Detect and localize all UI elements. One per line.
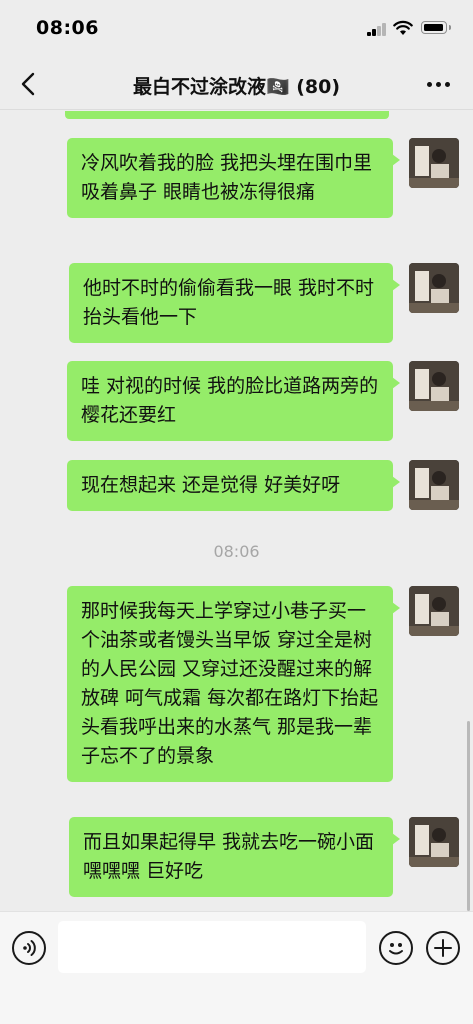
more-functions-button[interactable] — [426, 931, 460, 965]
message-bubble[interactable]: 他时不时的偷偷看我一眼 我时不时抬头看他一下 — [69, 263, 400, 343]
voice-input-button[interactable] — [12, 931, 46, 965]
message-bubble[interactable]: 那时候我每天上学穿过小巷子买一个油茶或者馒头当早饭 穿过全是树的人民公园 又穿过… — [67, 586, 400, 782]
message-bubble[interactable]: 冷风吹着我的脸 我把头埋在围巾里 吸着鼻子 眼睛也被冻得很痛 — [67, 138, 400, 218]
emoji-button[interactable] — [379, 931, 413, 965]
message-row: 而且如果起得早 我就去吃一碗小面 嘿嘿嘿 巨好吃 — [69, 817, 459, 897]
avatar[interactable] — [409, 138, 459, 188]
partial-message-bubble — [65, 111, 389, 119]
input-bar — [0, 911, 473, 1024]
message-bubble[interactable]: 哇 对视的时候 我的脸比道路两旁的樱花还要红 — [67, 361, 400, 441]
dot-icon — [444, 81, 450, 87]
avatar[interactable] — [409, 460, 459, 510]
message-row: 他时不时的偷偷看我一眼 我时不时抬头看他一下 — [69, 263, 459, 343]
message-input[interactable] — [58, 921, 366, 973]
chat-header: 最白不过涂改液🏴‍☠️ (80) — [0, 58, 473, 110]
chat-title: 最白不过涂改液🏴‍☠️ (80) — [132, 76, 341, 98]
message-row: 现在想起来 还是觉得 好美好呀 — [67, 460, 459, 511]
message-timestamp: 08:06 — [213, 542, 260, 561]
message-row: 冷风吹着我的脸 我把头埋在围巾里 吸着鼻子 眼睛也被冻得很痛 — [67, 138, 459, 218]
status-bar: 08:06 — [0, 0, 473, 58]
avatar[interactable] — [409, 586, 459, 636]
dot-icon — [426, 81, 432, 87]
avatar[interactable] — [409, 817, 459, 867]
status-time: 08:06 — [36, 17, 99, 39]
message-bubble[interactable]: 现在想起来 还是觉得 好美好呀 — [67, 460, 400, 511]
wifi-icon — [393, 20, 413, 35]
voice-icon — [23, 940, 36, 956]
more-options-button[interactable] — [424, 72, 452, 96]
scrollbar[interactable] — [467, 721, 470, 911]
plus-icon — [434, 939, 452, 957]
message-row: 哇 对视的时候 我的脸比道路两旁的樱花还要红 — [67, 361, 459, 441]
dot-icon — [435, 81, 441, 87]
chat-message-list[interactable]: 冷风吹着我的脸 我把头埋在围巾里 吸着鼻子 眼睛也被冻得很痛 他时不时的偷偷看我… — [0, 111, 473, 911]
message-bubble[interactable]: 而且如果起得早 我就去吃一碗小面 嘿嘿嘿 巨好吃 — [69, 817, 400, 897]
emoji-icon — [389, 943, 403, 955]
avatar[interactable] — [409, 361, 459, 411]
message-row: 那时候我每天上学穿过小巷子买一个油茶或者馒头当早饭 穿过全是树的人民公园 又穿过… — [67, 586, 459, 782]
battery-icon — [421, 21, 451, 34]
cellular-signal-icon — [367, 23, 387, 36]
avatar[interactable] — [409, 263, 459, 313]
